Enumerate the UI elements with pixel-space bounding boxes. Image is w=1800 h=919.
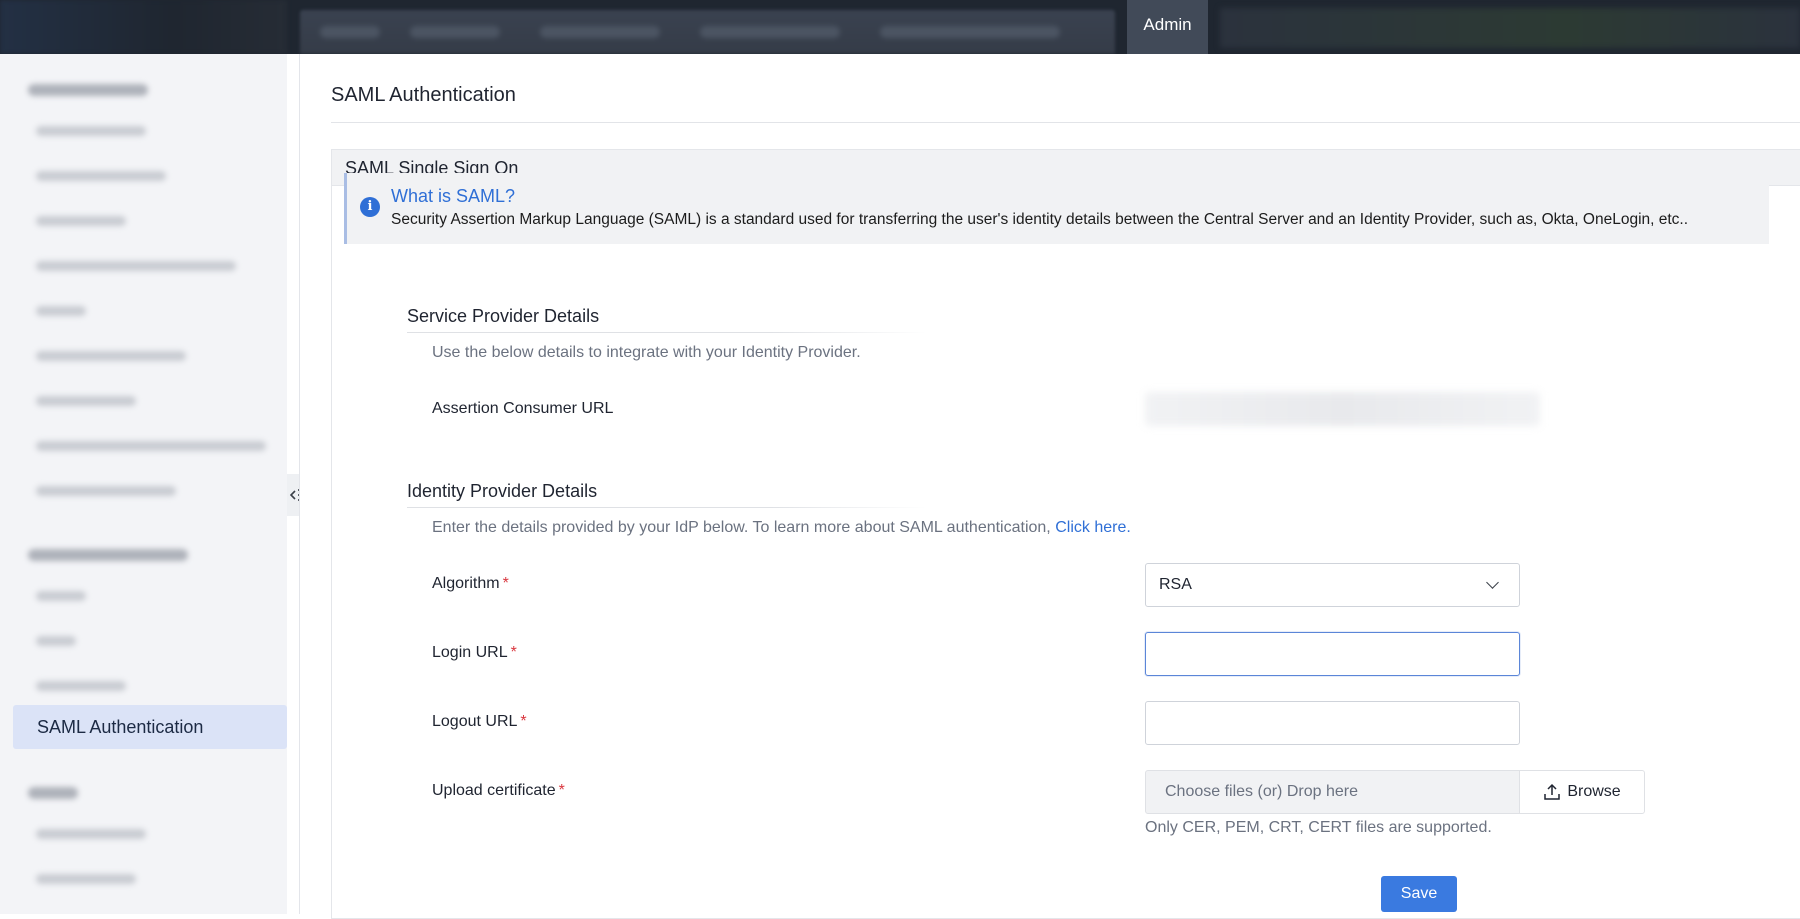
algorithm-label: Algorithm * bbox=[432, 575, 509, 593]
sidebar-item[interactable] bbox=[36, 874, 136, 884]
sidebar-item[interactable] bbox=[36, 441, 266, 451]
sidebar-group-heading bbox=[28, 549, 188, 561]
identity-provider-help-text: Enter the details provided by your IdP b… bbox=[432, 519, 1056, 536]
sidebar-item[interactable] bbox=[36, 306, 86, 316]
login-url-input[interactable] bbox=[1145, 632, 1520, 676]
main-content: SAML Authentication SAML Single Sign On … bbox=[300, 54, 1800, 919]
acs-url-label: Assertion Consumer URL bbox=[432, 400, 614, 417]
upload-certificate-label: Upload certificate * bbox=[432, 782, 565, 800]
required-mark: * bbox=[520, 713, 527, 730]
identity-provider-heading: Identity Provider Details bbox=[407, 481, 598, 501]
logout-url-input[interactable] bbox=[1145, 701, 1520, 745]
top-navigation-bar: Admin bbox=[0, 0, 1800, 54]
navigation-tabs-group bbox=[300, 10, 1115, 54]
tab-admin[interactable]: Admin bbox=[1127, 0, 1208, 54]
sidebar-item[interactable] bbox=[36, 126, 146, 136]
save-button[interactable]: Save bbox=[1381, 876, 1457, 912]
browse-button[interactable]: Browse bbox=[1519, 770, 1645, 814]
login-url-label-text: Login URL bbox=[432, 644, 508, 661]
info-icon: i bbox=[360, 197, 380, 217]
sidebar-item[interactable] bbox=[36, 396, 136, 406]
required-mark: * bbox=[558, 782, 565, 799]
logout-url-label-text: Logout URL bbox=[432, 713, 518, 730]
chevron-down-icon bbox=[1486, 576, 1499, 589]
sidebar: SAML Authentication bbox=[0, 54, 287, 914]
sidebar-item[interactable] bbox=[36, 261, 236, 271]
sidebar-item[interactable] bbox=[36, 829, 146, 839]
learn-more-link[interactable]: Click here. bbox=[1055, 519, 1131, 536]
product-logo-area bbox=[0, 0, 287, 54]
browse-label: Browse bbox=[1567, 783, 1621, 800]
sidebar-item-saml-authentication[interactable]: SAML Authentication bbox=[13, 705, 287, 749]
saml-info-box: i What is SAML? Security Assertion Marku… bbox=[344, 173, 1769, 244]
acs-url-value bbox=[1145, 392, 1540, 426]
sidebar-item[interactable] bbox=[36, 681, 126, 691]
sidebar-item[interactable] bbox=[36, 171, 166, 181]
certificate-drop-zone[interactable]: Choose files (or) Drop here bbox=[1145, 770, 1520, 814]
required-mark: * bbox=[502, 575, 509, 592]
sidebar-group-heading bbox=[28, 787, 78, 799]
upload-certificate-label-text: Upload certificate bbox=[432, 782, 556, 799]
service-provider-help: Use the below details to integrate with … bbox=[432, 344, 861, 361]
info-description: Security Assertion Markup Language (SAML… bbox=[391, 211, 1689, 228]
upload-icon bbox=[1544, 783, 1561, 800]
service-provider-divider bbox=[407, 332, 927, 333]
identity-provider-help: Enter the details provided by your IdP b… bbox=[432, 519, 1131, 537]
sidebar-item[interactable] bbox=[36, 591, 86, 601]
required-mark: * bbox=[510, 644, 517, 661]
sidebar-item[interactable] bbox=[36, 351, 186, 361]
sidebar-group-heading bbox=[28, 84, 148, 96]
service-provider-heading: Service Provider Details bbox=[407, 306, 600, 326]
sidebar-item[interactable] bbox=[36, 216, 126, 226]
top-right-toolbar bbox=[1220, 8, 1800, 48]
identity-provider-divider bbox=[407, 507, 927, 508]
title-divider bbox=[331, 122, 1800, 123]
logout-url-label: Logout URL * bbox=[432, 713, 527, 731]
file-type-note: Only CER, PEM, CRT, CERT files are suppo… bbox=[1145, 819, 1492, 836]
algorithm-selected-value: RSA bbox=[1159, 576, 1192, 593]
sidebar-item[interactable] bbox=[36, 636, 76, 646]
page-title: SAML Authentication bbox=[331, 84, 516, 106]
sidebar-item[interactable] bbox=[36, 486, 176, 496]
login-url-label: Login URL * bbox=[432, 644, 517, 662]
algorithm-label-text: Algorithm bbox=[432, 575, 500, 592]
algorithm-select[interactable]: RSA bbox=[1145, 563, 1520, 607]
info-title: What is SAML? bbox=[391, 186, 516, 206]
